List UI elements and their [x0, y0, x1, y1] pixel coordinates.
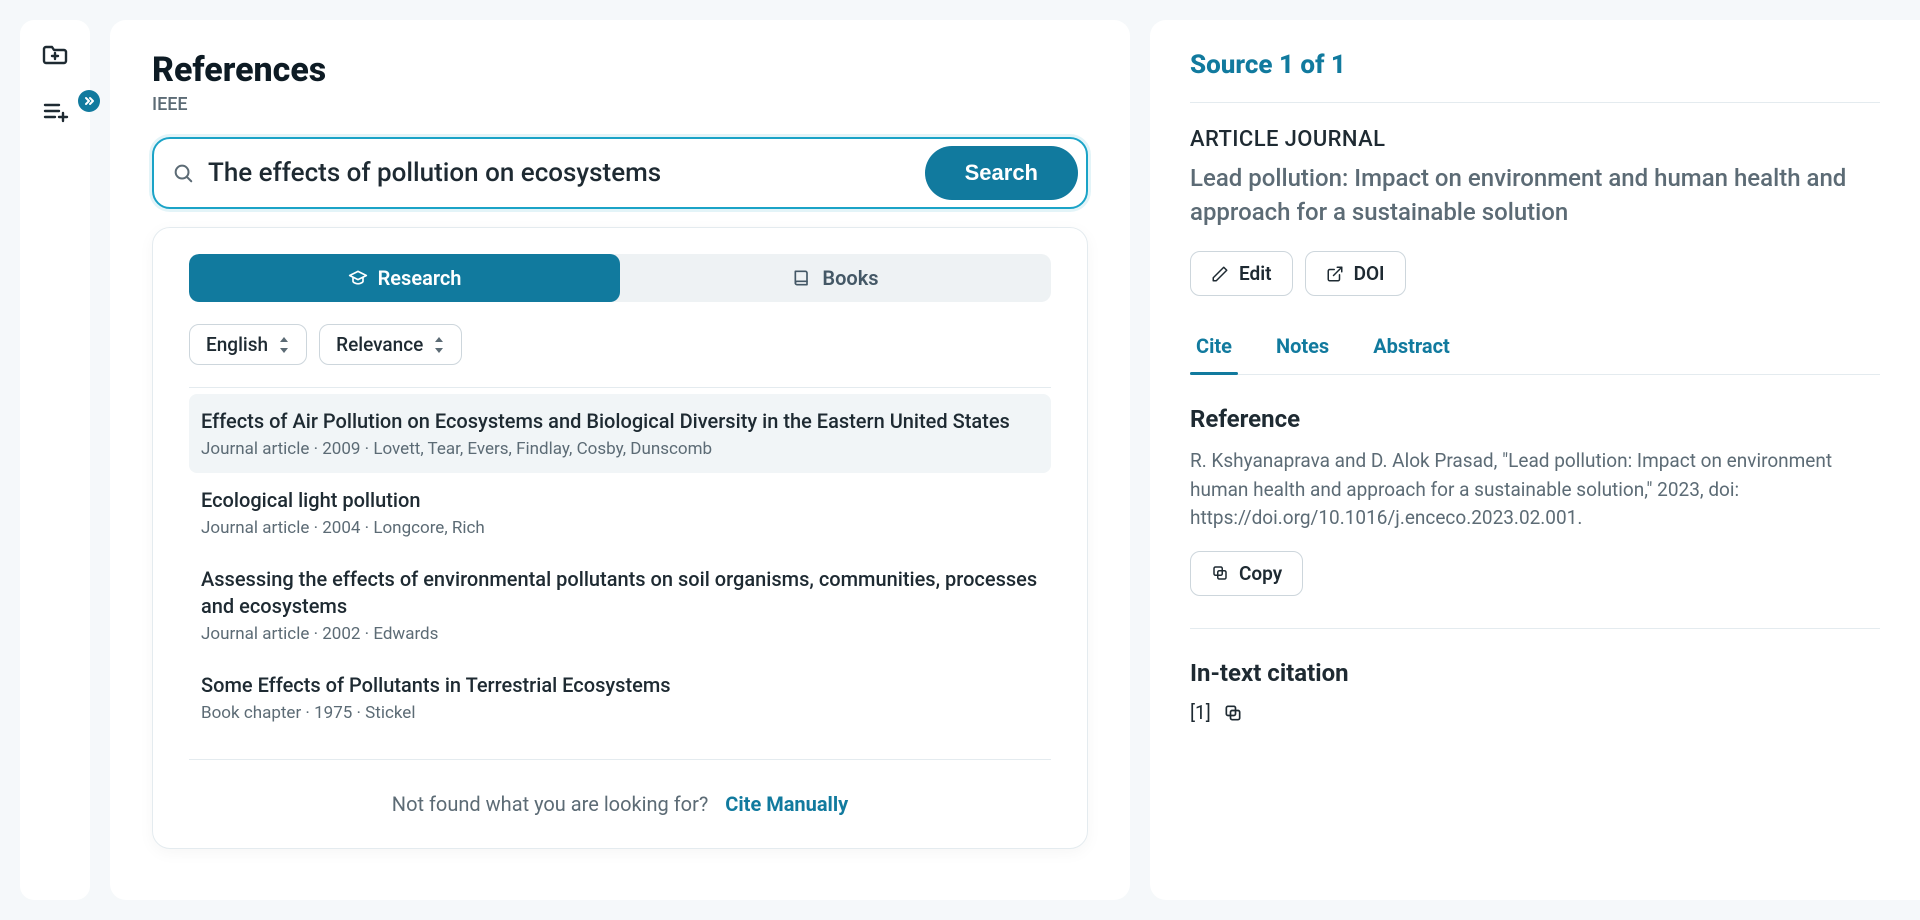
tab-cite[interactable]: Cite — [1190, 324, 1238, 374]
source-actions: Edit DOI — [1190, 251, 1880, 296]
intext-value: [1] — [1190, 701, 1211, 724]
filters-row: English Relevance — [189, 324, 1051, 365]
result-title: Assessing the effects of environmental p… — [201, 566, 1039, 620]
divider — [1190, 628, 1880, 629]
divider — [189, 759, 1051, 760]
reference-heading: Reference — [1190, 405, 1880, 433]
result-title: Effects of Air Pollution on Ecosystems a… — [201, 408, 1039, 435]
source-detail-panel: Source 1 of 1 ARTICLE JOURNAL Lead pollu… — [1150, 20, 1920, 900]
not-found-row: Not found what you are looking for? Cite… — [189, 792, 1051, 816]
detail-tabs: Cite Notes Abstract — [1190, 324, 1880, 375]
search-button[interactable]: Search — [925, 146, 1078, 200]
copy-icon — [1211, 564, 1229, 582]
source-pager: Source 1 of 1 — [1190, 50, 1880, 103]
copy-reference-button[interactable]: Copy — [1190, 551, 1303, 596]
search-result[interactable]: Assessing the effects of environmental p… — [189, 552, 1051, 658]
edit-button[interactable]: Edit — [1190, 251, 1293, 296]
divider — [189, 387, 1051, 388]
new-folder-button[interactable] — [40, 40, 70, 70]
result-meta: Journal article · 2009 · Lovett, Tear, E… — [201, 439, 1039, 459]
tab-label: Research — [378, 266, 462, 290]
results-card: Research Books English Relevance Effects… — [152, 227, 1088, 849]
copy-intext-button[interactable] — [1221, 701, 1245, 725]
button-label: Edit — [1239, 262, 1272, 285]
page-title: References — [152, 50, 1088, 90]
source-type-segmented: Research Books — [189, 254, 1051, 302]
graduation-cap-icon — [348, 268, 368, 288]
result-meta: Journal article · 2002 · Edwards — [201, 624, 1039, 644]
search-input[interactable] — [208, 158, 911, 188]
sort-arrows-icon — [433, 336, 445, 354]
expand-sidebar-button[interactable] — [78, 90, 100, 112]
search-result[interactable]: Effects of Air Pollution on Ecosystems a… — [189, 394, 1051, 473]
tab-abstract[interactable]: Abstract — [1367, 324, 1456, 374]
result-meta: Book chapter · 1975 · Stickel — [201, 703, 1039, 723]
not-found-text: Not found what you are looking for? — [392, 792, 709, 816]
chevron-right-double-icon — [83, 95, 95, 107]
button-label: DOI — [1354, 262, 1385, 285]
search-icon — [172, 162, 194, 184]
result-meta: Journal article · 2004 · Longcore, Rich — [201, 518, 1039, 538]
list-plus-icon — [41, 99, 69, 123]
tab-books[interactable]: Books — [620, 254, 1051, 302]
result-title: Ecological light pollution — [201, 487, 1039, 514]
cite-manually-link[interactable]: Cite Manually — [725, 792, 848, 816]
source-type-label: ARTICLE JOURNAL — [1190, 127, 1880, 152]
folder-plus-icon — [41, 43, 69, 67]
tab-notes[interactable]: Notes — [1270, 324, 1335, 374]
search-result[interactable]: Some Effects of Pollutants in Terrestria… — [189, 658, 1051, 737]
language-filter[interactable]: English — [189, 324, 307, 365]
citation-style-label: IEEE — [152, 94, 1088, 115]
tab-research[interactable]: Research — [189, 254, 620, 302]
references-panel: References IEEE Search Research Books — [110, 20, 1130, 900]
pencil-icon — [1211, 265, 1229, 283]
button-label: Copy — [1239, 562, 1282, 585]
search-bar: Search — [152, 137, 1088, 209]
copy-icon — [1223, 703, 1243, 723]
result-title: Some Effects of Pollutants in Terrestria… — [201, 672, 1039, 699]
tab-label: Books — [822, 266, 878, 290]
reference-text: R. Kshyanaprava and D. Alok Prasad, "Lea… — [1190, 447, 1880, 533]
filter-label: English — [206, 333, 268, 356]
source-title: Lead pollution: Impact on environment an… — [1190, 162, 1880, 229]
sort-arrows-icon — [278, 336, 290, 354]
search-result[interactable]: Ecological light pollution Journal artic… — [189, 473, 1051, 552]
sidebar — [20, 20, 90, 900]
sort-filter[interactable]: Relevance — [319, 324, 462, 365]
book-icon — [792, 268, 812, 288]
new-list-button[interactable] — [40, 96, 70, 126]
intext-row: [1] — [1190, 701, 1880, 725]
intext-heading: In-text citation — [1190, 659, 1880, 687]
filter-label: Relevance — [336, 333, 423, 356]
external-link-icon — [1326, 265, 1344, 283]
doi-button[interactable]: DOI — [1305, 251, 1406, 296]
